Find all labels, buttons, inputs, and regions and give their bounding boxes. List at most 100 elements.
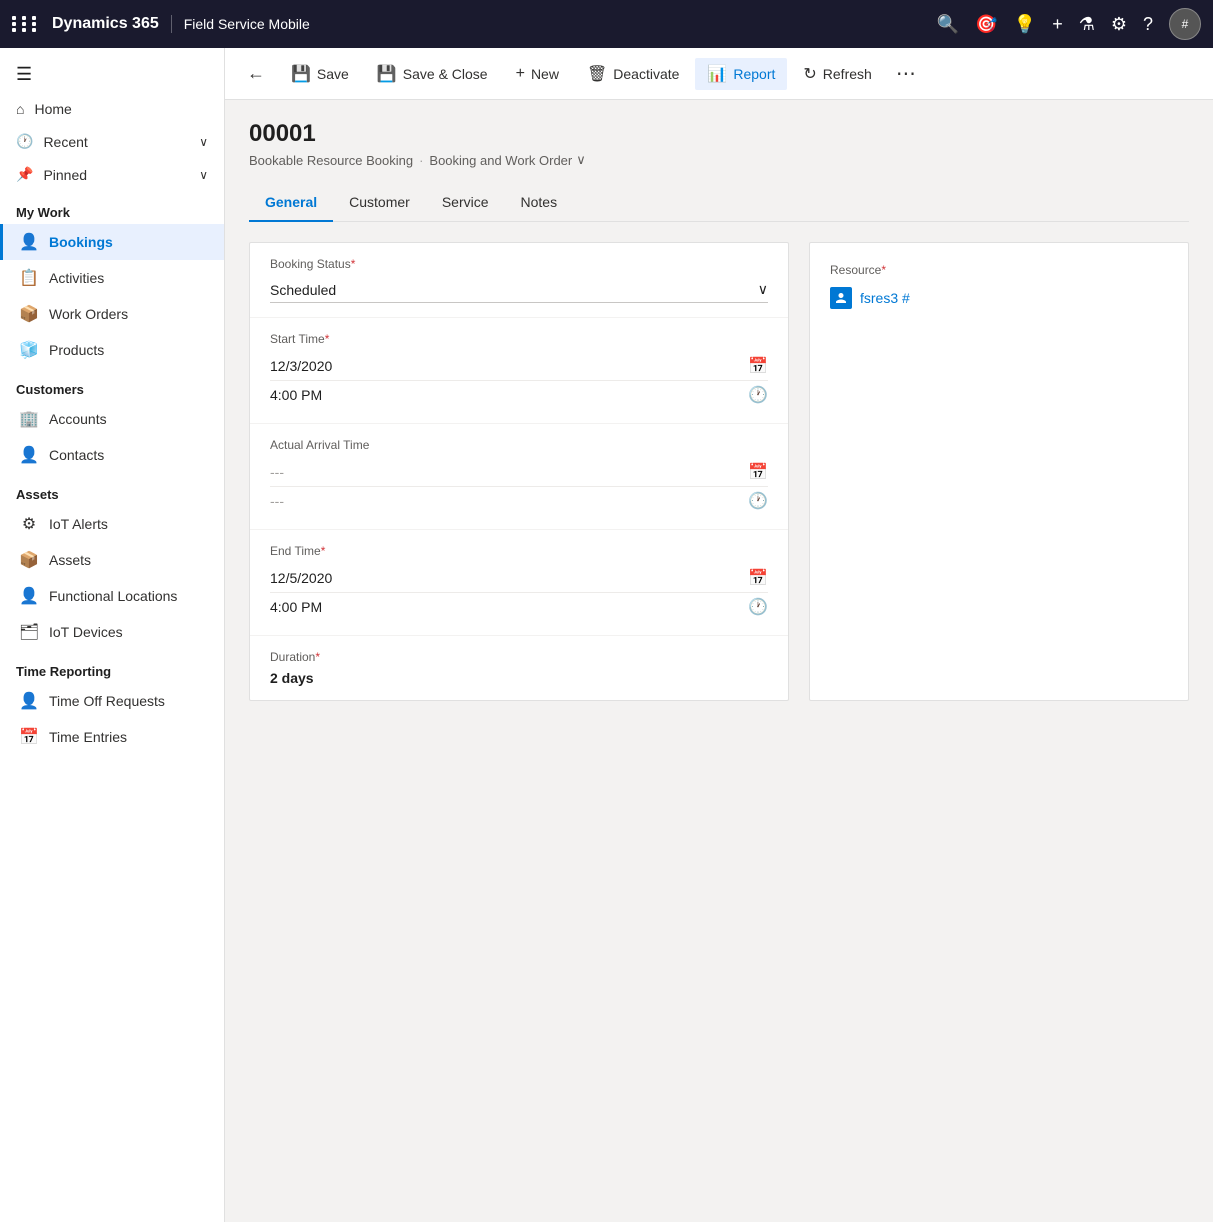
pin-icon: 📌 [16,166,33,183]
end-time-field: End Time* 12/5/2020 📅 4:00 PM 🕐 [250,530,788,636]
tab-customer[interactable]: Customer [333,184,426,222]
user-avatar[interactable]: # [1169,8,1201,40]
required-marker: * [351,257,356,271]
resource-link[interactable]: fsres3 # [830,287,1168,309]
end-date-calendar-icon[interactable]: 📅 [748,568,768,588]
search-icon[interactable]: 🔍 [937,14,959,35]
sidebar-item-time-entries[interactable]: 📅 Time Entries [0,719,224,755]
sidebar-hamburger[interactable]: ☰ [0,56,224,93]
breadcrumb-separator: · [419,153,423,168]
start-date-calendar-icon[interactable]: 📅 [748,356,768,376]
deactivate-button[interactable]: 🗑 Deactivate [575,58,691,90]
filter-icon[interactable]: ⚗ [1079,14,1095,35]
accounts-icon: 🏢 [19,409,39,429]
save-close-button[interactable]: 💾 Save & Close [365,58,500,90]
start-time-clock-icon[interactable]: 🕐 [748,385,768,405]
save-button[interactable]: 💾 Save [279,58,361,90]
home-icon: ⌂ [16,101,24,117]
section-customers: Customers [0,368,224,401]
view-dropdown-icon: ∨ [576,152,586,168]
sidebar-item-recent[interactable]: 🕐 Recent ∨ [0,125,224,158]
app-grid-icon[interactable] [12,16,40,32]
recent-chevron-icon: ∨ [199,135,208,149]
lightbulb-icon[interactable]: 💡 [1014,14,1036,35]
section-time-reporting: Time Reporting [0,650,224,683]
refresh-button[interactable]: ↻ Refresh [791,58,883,90]
main-layout: ☰ ⌂ Home 🕐 Recent ∨ 📌 Pinned ∨ My Work 👤… [0,48,1213,1222]
duration-value: 2 days [270,670,768,686]
start-date-row: 12/3/2020 📅 [270,352,768,381]
end-date-value: 12/5/2020 [270,570,332,586]
add-icon[interactable]: + [1052,14,1063,35]
arrival-time-row: --- 🕐 [270,487,768,515]
sidebar-item-work-orders[interactable]: 📦 Work Orders [0,296,224,332]
toolbar: ← 💾 Save 💾 Save & Close + New 🗑 Deactiva… [225,48,1213,100]
booking-status-input[interactable]: Scheduled ∨ [270,277,768,303]
iot-devices-label: IoT Devices [49,624,123,640]
sidebar-item-products[interactable]: 🧊 Products [0,332,224,368]
work-orders-label: Work Orders [49,306,128,322]
breadcrumb: Bookable Resource Booking · Booking and … [249,152,1189,168]
more-options-button[interactable]: ⋯ [888,55,924,92]
functional-locations-icon: 👤 [19,586,39,606]
brand-name[interactable]: Dynamics 365 [52,15,172,33]
actual-arrival-field: Actual Arrival Time --- 📅 --- 🕐 [250,424,788,530]
page-content: 00001 Bookable Resource Booking · Bookin… [225,100,1213,1222]
sidebar-item-iot-devices[interactable]: 🗂 IoT Devices [0,614,224,650]
start-time-field: Start Time* 12/3/2020 📅 4:00 PM 🕐 [250,318,788,424]
sidebar: ☰ ⌂ Home 🕐 Recent ∨ 📌 Pinned ∨ My Work 👤… [0,48,225,1222]
sidebar-item-home[interactable]: ⌂ Home [0,93,224,125]
booking-status-label: Booking Status* [270,257,768,271]
record-id: 00001 [249,120,1189,148]
booking-status-dropdown-icon[interactable]: ∨ [758,281,768,298]
arrival-date-value: --- [270,464,284,480]
refresh-icon: ↻ [803,64,816,84]
end-time-value: 4:00 PM [270,599,322,615]
tab-general[interactable]: General [249,184,333,222]
end-time-label: End Time* [270,544,768,558]
arrival-date-calendar-icon[interactable]: 📅 [748,462,768,482]
sidebar-item-contacts[interactable]: 👤 Contacts [0,437,224,473]
resource-value: fsres3 # [860,290,910,306]
help-icon[interactable]: ? [1143,14,1153,35]
save-label: Save [317,66,349,82]
recent-icon: 🕐 [16,133,33,150]
sidebar-item-pinned[interactable]: 📌 Pinned ∨ [0,158,224,191]
form-panel-right: Resource* fsres3 # [809,242,1189,701]
new-icon: + [516,65,525,83]
end-date-row: 12/5/2020 📅 [270,564,768,593]
back-button[interactable]: ← [237,57,275,90]
tab-service[interactable]: Service [426,184,505,222]
time-entries-icon: 📅 [19,727,39,747]
breadcrumb-view-dropdown[interactable]: Booking and Work Order ∨ [429,152,585,168]
sidebar-item-accounts[interactable]: 🏢 Accounts [0,401,224,437]
tab-notes[interactable]: Notes [505,184,574,222]
new-button[interactable]: + New [504,59,571,89]
sidebar-home-label: Home [34,101,71,117]
save-icon: 💾 [291,64,311,84]
end-time-row: 4:00 PM 🕐 [270,593,768,621]
report-button[interactable]: 📊 Report [695,58,787,90]
settings-icon[interactable]: ⚙ [1111,14,1127,35]
arrival-time-clock-icon[interactable]: 🕐 [748,491,768,511]
end-time-clock-icon[interactable]: 🕐 [748,597,768,617]
section-assets: Assets [0,473,224,506]
start-time-label: Start Time* [270,332,768,346]
deactivate-icon: 🗑 [587,64,607,84]
start-time-row: 4:00 PM 🕐 [270,381,768,409]
top-navigation: Dynamics 365 Field Service Mobile 🔍 🎯 💡 … [0,0,1213,48]
sidebar-item-activities[interactable]: 📋 Activities [0,260,224,296]
target-icon[interactable]: 🎯 [975,14,997,35]
sidebar-item-functional-locations[interactable]: 👤 Functional Locations [0,578,224,614]
arrival-date-row: --- 📅 [270,458,768,487]
sidebar-item-iot-alerts[interactable]: ⚙ IoT Alerts [0,506,224,542]
form-panel-left: Booking Status* Scheduled ∨ Start Time* [249,242,789,701]
save-close-label: Save & Close [403,66,488,82]
resource-icon [830,287,852,309]
iot-devices-icon: 🗂 [19,622,39,642]
sidebar-item-time-off[interactable]: 👤 Time Off Requests [0,683,224,719]
sidebar-item-bookings[interactable]: 👤 Bookings [0,224,224,260]
sidebar-item-assets[interactable]: 📦 Assets [0,542,224,578]
report-icon: 📊 [707,64,727,84]
deactivate-label: Deactivate [613,66,679,82]
